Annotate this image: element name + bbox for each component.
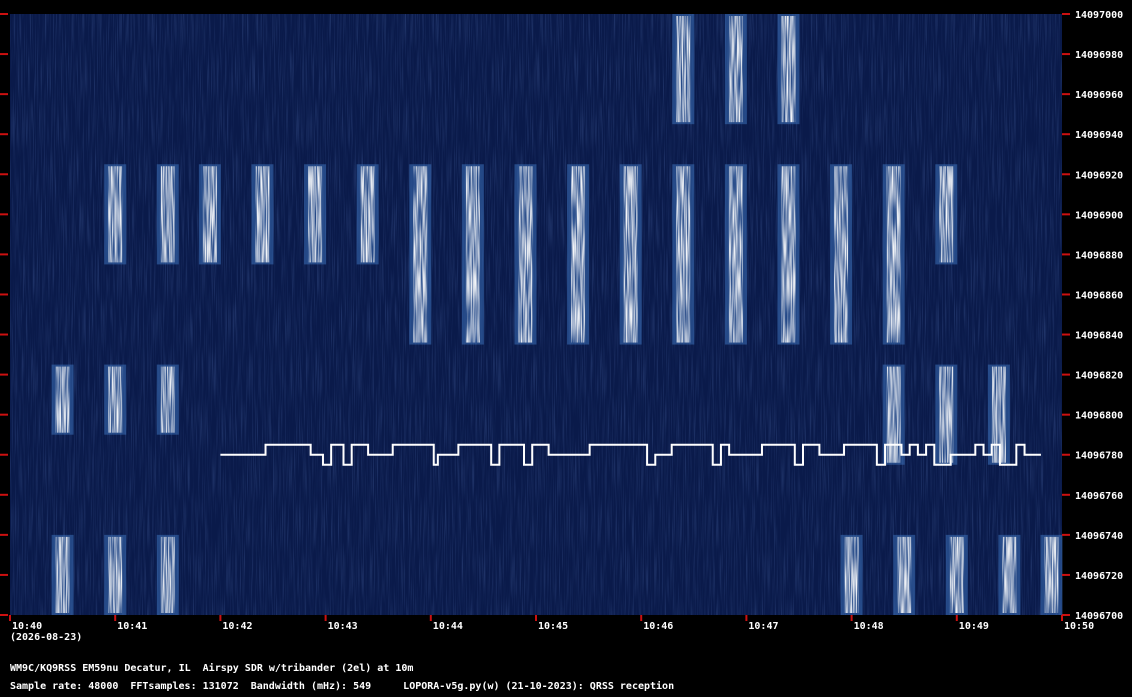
signal-column — [728, 16, 743, 123]
time-tick-label: 10:49 — [959, 621, 989, 632]
time-tick-label: 10:41 — [117, 621, 147, 632]
signal-column — [255, 166, 270, 263]
signal-column — [108, 536, 123, 613]
bandwidth: Bandwidth (mHz): 549 — [250, 681, 372, 692]
signal-column — [897, 536, 912, 613]
waterfall-spectrogram: 10:40 10:41 10:42 10:43 10:44 10:45 10:46 10:47… — [0, 10, 1123, 643]
time-axis: 10:40 10:41 10:42 10:43 10:44 10:45 10:46 10:47… — [9, 615, 1094, 632]
freq-tick-label: 14096760 — [1075, 491, 1123, 502]
time-tick-label: 10:46 — [643, 621, 673, 632]
signal-column — [413, 166, 428, 343]
freq-tick-label: 14096720 — [1075, 571, 1123, 582]
freq-tick-label: 14096980 — [1075, 50, 1123, 61]
sample-rate: Sample rate: 48000 — [10, 681, 119, 692]
signal-column — [308, 166, 323, 263]
signal-column — [676, 166, 691, 343]
freq-tick-label: 14096940 — [1075, 130, 1123, 141]
freq-tick-label: 14096860 — [1075, 290, 1123, 301]
software-version: LOPORA-v5g.py(w) (21-10-2023): QRSS rece… — [403, 681, 675, 692]
freq-tick-label: 14096820 — [1075, 371, 1123, 382]
freq-tick-label: 14096880 — [1075, 250, 1123, 261]
signal-column — [939, 366, 954, 463]
date-label: (2026-08-23) — [10, 632, 82, 643]
freq-tick-label: 14096960 — [1075, 90, 1123, 101]
time-tick-label: 10:44 — [433, 621, 463, 632]
freq-tick-label: 14097000 — [1075, 10, 1123, 21]
signal-column — [108, 366, 123, 433]
freq-tick-label: 14096900 — [1075, 210, 1123, 221]
signal-column — [1002, 536, 1017, 613]
time-tick-label: 10:47 — [748, 621, 778, 632]
time-tick-label: 10:45 — [538, 621, 568, 632]
station-info: WM9C/KQ9RSS EM59nu Decatur, IL Airspy SD… — [10, 663, 414, 674]
freq-tick-label: 14096780 — [1075, 451, 1123, 462]
fft-samples: FFTsamples: 131072 — [130, 681, 239, 692]
signal-column — [1044, 536, 1059, 613]
time-tick-label: 10:48 — [854, 621, 884, 632]
signal-column — [781, 16, 796, 123]
freq-tick-label: 14096840 — [1075, 331, 1123, 342]
time-tick-label: 10:40 — [12, 621, 42, 632]
freq-tick-label: 14096920 — [1075, 170, 1123, 181]
signal-column — [676, 16, 691, 123]
signal-column — [108, 166, 123, 263]
signal-column — [571, 166, 586, 343]
signal-column — [160, 366, 175, 433]
signal-column — [834, 166, 849, 343]
freq-tick-label: 14096800 — [1075, 411, 1123, 422]
signal-column — [465, 166, 480, 343]
signal-column — [781, 166, 796, 343]
signal-column — [886, 366, 901, 463]
signal-column — [202, 166, 217, 263]
signal-column — [160, 536, 175, 613]
reception-parameters: Sample rate: 48000 FFTsamples: 131072 Band… — [10, 681, 686, 692]
signal-column — [623, 166, 638, 343]
freq-tick-label: 14096700 — [1075, 611, 1123, 622]
signal-column — [949, 536, 964, 613]
signal-column — [844, 536, 859, 613]
time-tick-label: 10:42 — [222, 621, 252, 632]
signal-column — [728, 166, 743, 343]
signal-column — [55, 366, 70, 433]
time-tick-label: 10:50 — [1064, 621, 1094, 632]
time-tick-label: 10:43 — [328, 621, 358, 632]
signal-column — [360, 166, 375, 263]
signal-column — [939, 166, 954, 263]
signal-column — [160, 166, 175, 263]
signal-column — [55, 536, 70, 613]
freq-tick-label: 14096740 — [1075, 531, 1123, 542]
signal-column — [886, 166, 901, 343]
signal-column — [991, 366, 1006, 463]
signal-column — [518, 166, 533, 343]
